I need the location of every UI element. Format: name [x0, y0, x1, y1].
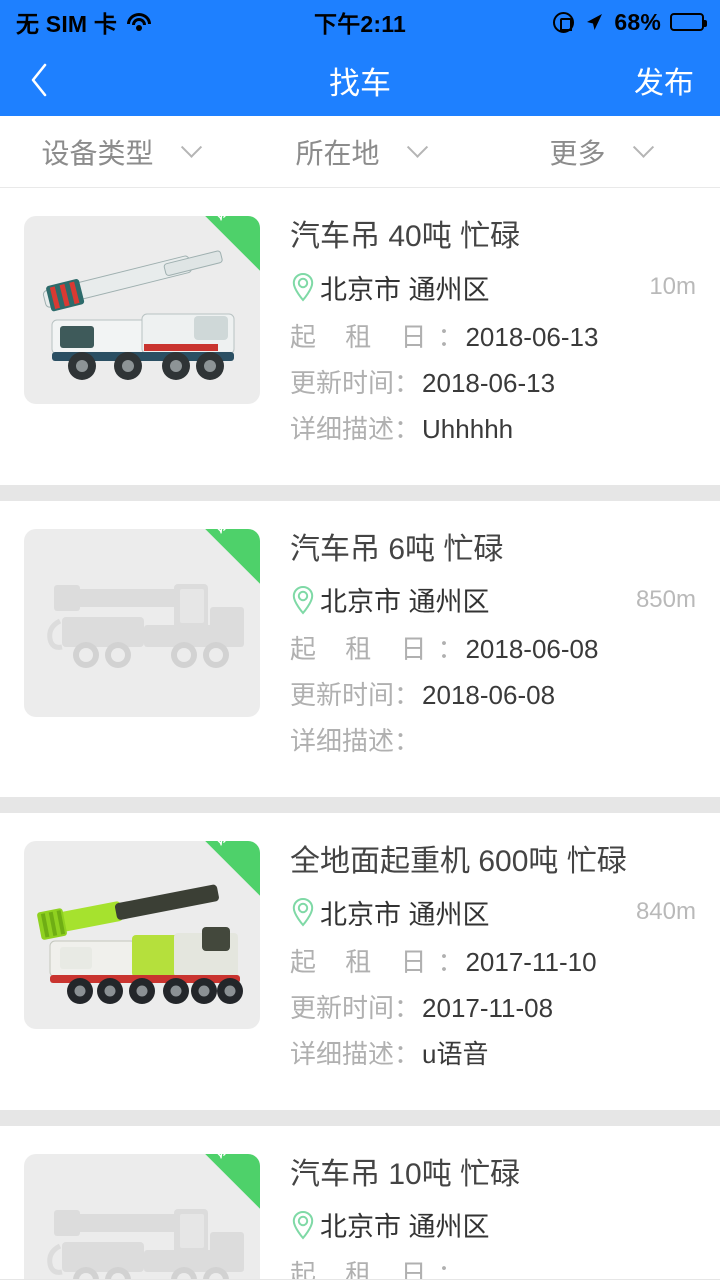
listing-rent-date-row: 起 租 日： 2018-06-13: [290, 317, 696, 354]
filter-more[interactable]: 更多: [480, 132, 720, 172]
rent-date-label: 起 租 日: [290, 321, 438, 352]
status-bar-right: 68%: [406, 8, 707, 36]
back-chevron-icon: [31, 63, 47, 97]
status-bar-left: 无 SIM 卡: [16, 5, 314, 39]
listing-title: 汽车吊 40吨 忙碌: [290, 220, 521, 253]
listing-location: 北京市 通州区: [320, 274, 490, 305]
colon-separator: ：: [437, 634, 464, 664]
battery-icon: [670, 13, 707, 31]
description-label: 详细描述: [290, 1038, 395, 1069]
listing-description-row: 详细描述：: [290, 721, 696, 758]
listing-title: 全地面起重机 600吨 忙碌: [290, 845, 627, 878]
colon-separator: ：: [437, 321, 464, 352]
update-time-value: 2018-06-08: [422, 680, 556, 710]
listing-rent-date-row: 起 租 日： 2017-11-10: [290, 942, 696, 979]
location-pin-icon: [292, 897, 314, 927]
colon-separator: ：: [394, 992, 421, 1023]
listing-info: 汽车吊 40吨 忙碌 北京市 通州区 10m 起 租 日： 2018-06-13 更新时间…: [290, 216, 696, 455]
rent-date-value: 2017-11-10: [465, 946, 597, 977]
status-bar-clock: 下午2:11: [314, 11, 406, 37]
listing-rent-date-row: 起 租 日：: [290, 1254, 696, 1279]
listing-card[interactable]: 已认证汽车吊 40吨 忙碌北京市 通州区10m起 租 日：2018-06-13更…: [0, 188, 720, 485]
filter-label: 更多: [549, 137, 606, 169]
listing-location-row: 北京市 通州区 10m: [290, 268, 696, 307]
colon-separator: ：: [394, 680, 421, 710]
description-label: 详细描述: [290, 726, 395, 756]
filter-label: 所在地: [295, 137, 380, 169]
listing-list[interactable]: 已认证汽车吊 40吨 忙碌北京市 通州区10m起 租 日：2018-06-13更…: [0, 188, 720, 1279]
update-time-value: 2018-06-13: [422, 367, 556, 398]
colon-separator: ：: [437, 1259, 464, 1279]
description-label: 详细描述: [290, 413, 395, 444]
listing-update-time-row: 更新时间： 2018-06-13: [290, 363, 696, 400]
listing-description-row: 详细描述： Uhhhhh: [290, 409, 696, 446]
listing-description-row: 详细描述： u语音: [290, 1034, 696, 1071]
update-time-label: 更新时间: [290, 367, 395, 398]
listing-thumbnail[interactable]: 已认证: [24, 1153, 260, 1279]
listing-location-row: 北京市 通州区 850m: [290, 580, 696, 619]
location-pin-icon: [292, 272, 314, 302]
navigation-bar: 找车 发布: [0, 44, 720, 116]
listing-location: 北京市 通州区: [320, 1212, 490, 1242]
colon-separator: ：: [394, 726, 421, 756]
chevron-down-icon: [406, 136, 428, 158]
listing-distance: 850m: [635, 585, 696, 613]
listing-info: 全地面起重机 600吨 忙碌 北京市 通州区 840m 起 租 日： 2017-11-1…: [290, 841, 696, 1080]
rent-date-label: 起 租 日: [290, 634, 438, 664]
update-time-label: 更新时间: [290, 992, 395, 1023]
chevron-down-icon: [180, 136, 202, 158]
description-value: Uhhhhh: [422, 413, 514, 444]
crane-placeholder-icon: [47, 583, 244, 668]
listing-thumbnail[interactable]: 已认证: [24, 841, 260, 1029]
back-button[interactable]: [26, 57, 72, 103]
wifi-icon: [126, 12, 152, 32]
listing-card[interactable]: 已认证全地面起重机 600吨 忙碌北京市 通州区840m起 租 日：2017-1…: [0, 813, 720, 1110]
colon-separator: ：: [394, 367, 421, 398]
publish-button[interactable]: 发布: [634, 58, 694, 102]
location-arrow-icon: [587, 14, 603, 30]
crane-photo: [37, 884, 243, 1004]
page-title: 找车: [329, 65, 391, 101]
battery-percent-label: 68%: [614, 8, 661, 35]
filter-location[interactable]: 所在地: [240, 132, 480, 172]
listing-thumbnail[interactable]: 已认证: [24, 528, 260, 717]
app-screen: 无 SIM 卡 下午2:11 68% 找车 发布 设备类型 所在地 更多 汽车吊…: [0, 0, 720, 1280]
listing-location: 北京市 通州区: [320, 587, 490, 617]
listing-distance: 840m: [635, 898, 696, 925]
listing-rent-date-row: 起 租 日： 2018-06-08: [290, 629, 696, 666]
carrier-label: 无 SIM 卡: [16, 11, 118, 37]
listing-distance: 10m: [649, 273, 696, 300]
crane-photo: [42, 250, 235, 380]
status-bar: 无 SIM 卡 下午2:11 68%: [0, 0, 720, 44]
listing-info: 汽车吊 6吨 忙碌 北京市 通州区 850m 起 租 日： 2018-06-08 更新时间…: [290, 529, 696, 768]
listing-card[interactable]: 已认证汽车吊 10吨 忙碌北京市 通州区起 租 日：更新时间：详细描述：: [0, 1125, 720, 1280]
filter-bar: 设备类型 所在地 更多: [0, 116, 720, 188]
colon-separator: ：: [437, 946, 464, 977]
listing-info: 汽车吊 10吨 忙碌北京市 通州区起 租 日：更新时间：详细描述：: [290, 1154, 696, 1280]
filter-label: 设备类型: [41, 137, 154, 169]
listing-card[interactable]: 已认证汽车吊 6吨 忙碌北京市 通州区850m起 租 日：2018-06-08更…: [0, 500, 720, 797]
chevron-down-icon: [632, 136, 654, 158]
location-pin-icon: [292, 1210, 314, 1240]
listing-thumbnail[interactable]: 已认证: [24, 216, 260, 404]
update-time-value: 2017-11-08: [422, 992, 554, 1023]
listing-title: 汽车吊 6吨 忙碌: [290, 532, 504, 566]
rent-date-value: 2018-06-08: [465, 634, 599, 664]
listing-update-time-row: 更新时间： 2018-06-08: [290, 675, 696, 712]
listing-location: 北京市 通州区: [320, 899, 490, 930]
filter-equipment-type[interactable]: 设备类型: [0, 132, 240, 172]
colon-separator: ：: [394, 413, 421, 444]
update-time-label: 更新时间: [290, 680, 395, 710]
colon-separator: ：: [394, 1038, 421, 1069]
listing-location-row: 北京市 通州区: [290, 1205, 696, 1244]
description-value: u语音: [422, 1038, 489, 1069]
location-pin-icon: [292, 585, 314, 615]
rotation-lock-icon: [553, 11, 575, 33]
listing-title: 汽车吊 10吨 忙碌: [290, 1157, 521, 1191]
rent-date-label: 起 租 日: [290, 1259, 438, 1279]
listing-location-row: 北京市 通州区 840m: [290, 893, 696, 932]
rent-date-value: 2018-06-13: [465, 321, 599, 352]
rent-date-label: 起 租 日: [290, 946, 438, 977]
listing-update-time-row: 更新时间： 2017-11-08: [290, 988, 696, 1025]
